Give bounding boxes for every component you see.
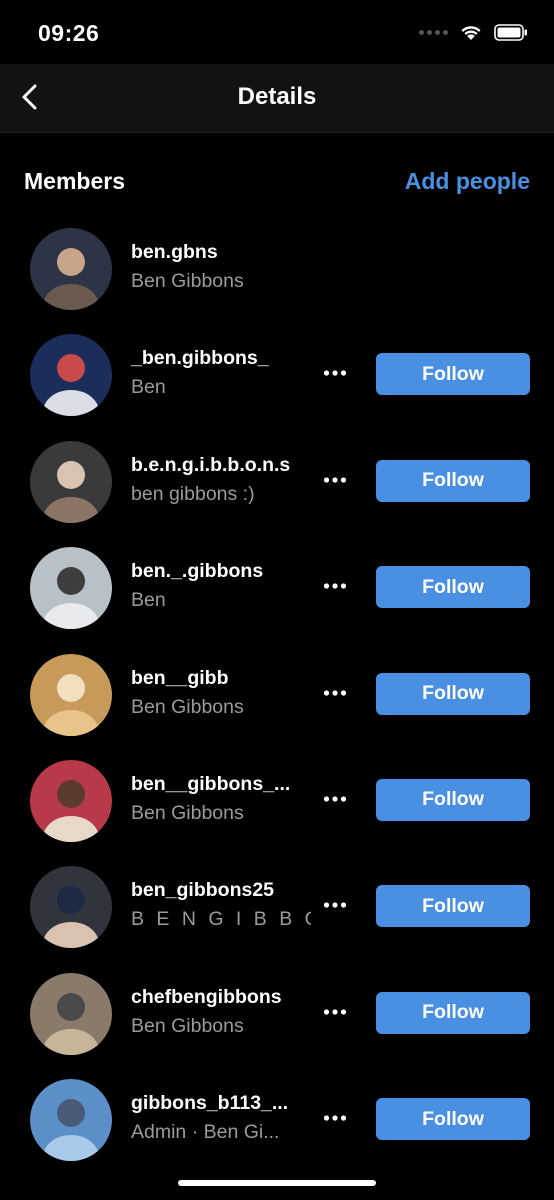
more-options-icon[interactable] [323,686,347,700]
add-people-button[interactable]: Add people [405,168,530,195]
cellular-signal-icon [419,30,448,35]
home-indicator [178,1180,376,1186]
avatar-photo [30,440,112,523]
members-header: Members Add people [0,160,554,204]
members-list: ben.gbns Ben Gibbons _ben.gibbons_ Ben F… [0,215,554,1173]
member-row[interactable]: chefbengibbons Ben Gibbons Follow [0,960,554,1066]
avatar[interactable] [30,759,112,842]
member-names: ben._.gibbons Ben [131,560,311,612]
member-full-name: ben gibbons :) [131,482,255,505]
avatar[interactable] [30,866,112,949]
member-full-name: Ben [131,589,166,612]
follow-button[interactable]: Follow [376,885,530,928]
member-username: chefbengibbons [131,985,282,1008]
avatar[interactable] [30,1079,112,1162]
member-full-name: Ben Gibbons [131,270,244,292]
member-full-name: Ben Gibbons [131,1014,244,1037]
member-username: ben._.gibbons [131,560,264,583]
follow-button[interactable]: Follow [376,459,530,502]
member-names: ben.gbns Ben Gibbons [131,241,311,293]
member-names: gibbons_b113_... Admin · Ben Gi... [131,1092,311,1144]
follow-button[interactable]: Follow [376,991,530,1034]
follow-button[interactable]: Follow [376,672,530,715]
member-names: _ben.gibbons_ Ben [131,347,311,399]
member-names: ben__gibb Ben Gibbons [131,667,311,719]
member-row[interactable]: gibbons_b113_... Admin · Ben Gi... Follo… [0,1066,554,1172]
avatar[interactable] [30,653,112,736]
member-full-name: Admin · Ben Gi... [131,1121,280,1144]
battery-icon [494,24,527,41]
member-username: ben_gibbons25 [131,879,275,902]
avatar[interactable] [30,228,112,310]
member-username: ben__gibb [131,666,229,689]
avatar-photo [30,653,112,736]
member-username: b.e.n.g.i.b.b.o.n.s [131,453,291,476]
avatar-photo [30,972,112,1055]
status-time: 09:26 [38,20,100,46]
members-title: Members [24,168,125,194]
avatar-photo [30,334,112,417]
avatar[interactable] [30,440,112,523]
member-row[interactable]: _ben.gibbons_ Ben Follow [0,321,554,427]
avatar-photo [30,547,112,630]
more-options-icon[interactable] [323,366,347,380]
member-username: _ben.gibbons_ [131,347,269,370]
member-row[interactable]: ben._.gibbons Ben Follow [0,534,554,640]
member-full-name: Ben Gibbons [131,695,244,718]
avatar-photo [30,1079,112,1162]
member-row[interactable]: ben__gibb Ben Gibbons Follow [0,641,554,747]
member-row[interactable]: b.e.n.g.i.b.b.o.n.s ben gibbons :) Follo… [0,428,554,534]
member-row[interactable]: ben_gibbons25 B E N G I B B O... Follow [0,853,554,959]
avatar-photo [30,228,112,310]
more-options-icon[interactable] [323,579,347,593]
member-names: ben__gibbons_... Ben Gibbons [131,773,311,825]
more-options-icon[interactable] [323,1005,347,1019]
more-options-icon[interactable] [323,1111,347,1125]
more-options-icon[interactable] [323,473,347,487]
member-username: ben__gibbons_... [131,772,291,795]
status-bar: 09:26 [0,0,554,64]
avatar[interactable] [30,547,112,630]
follow-button[interactable]: Follow [376,566,530,609]
member-names: b.e.n.g.i.b.b.o.n.s ben gibbons :) [131,454,311,506]
follow-button[interactable]: Follow [376,778,530,821]
follow-button[interactable]: Follow [376,1098,530,1141]
member-names: ben_gibbons25 B E N G I B B O... [131,879,311,931]
member-full-name: Ben Gibbons [131,801,244,824]
more-options-icon[interactable] [323,898,347,912]
member-full-name: Ben [131,376,166,399]
avatar-photo [30,866,112,949]
member-names: chefbengibbons Ben Gibbons [131,986,311,1038]
page-title: Details [237,83,317,110]
avatar-photo [30,759,112,842]
member-row[interactable]: ben.gbns Ben Gibbons [0,215,554,321]
avatar[interactable] [30,334,112,417]
member-username: ben.gbns [131,241,218,263]
nav-bar: Details [0,64,554,133]
member-username: gibbons_b113_... [131,1092,289,1115]
more-options-icon[interactable] [323,792,347,806]
avatar[interactable] [30,972,112,1055]
wifi-icon [461,26,481,40]
status-icons [419,24,528,41]
member-row[interactable]: ben__gibbons_... Ben Gibbons Follow [0,747,554,853]
follow-button[interactable]: Follow [376,353,530,396]
member-full-name: B E N G I B B O... [131,908,311,931]
